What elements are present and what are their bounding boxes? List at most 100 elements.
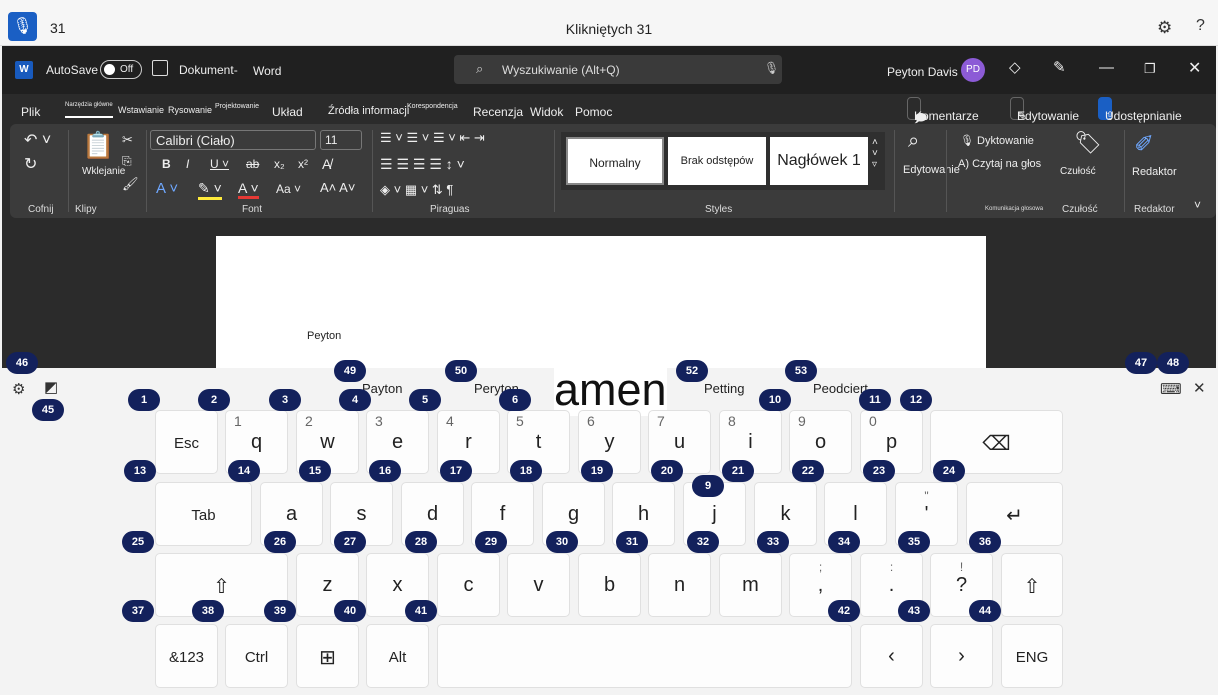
pen-icon[interactable]: ✎ bbox=[1053, 58, 1066, 76]
font-size-select[interactable]: 11 bbox=[320, 130, 362, 150]
number-badge[interactable]: 28 bbox=[405, 531, 437, 553]
number-badge[interactable]: 31 bbox=[616, 531, 648, 553]
number-badge[interactable]: 49 bbox=[334, 360, 366, 382]
gallery-scroll-icon[interactable]: ˄ ˅ ▿ bbox=[872, 137, 878, 170]
tab-file[interactable]: Plik bbox=[21, 105, 40, 119]
tab-draw[interactable]: Rysowanie bbox=[168, 105, 212, 115]
highlight-icon[interactable]: ✎ ˅ bbox=[198, 180, 222, 200]
number-badge[interactable]: 35 bbox=[898, 531, 930, 553]
number-badge[interactable]: 53 bbox=[785, 360, 817, 382]
tab-references[interactable]: Źródła informacji bbox=[328, 105, 409, 117]
chevron-down-icon[interactable]: ˅ bbox=[1194, 198, 1201, 212]
document-page[interactable]: Peyton bbox=[216, 236, 986, 368]
key-b[interactable]: b bbox=[578, 553, 641, 617]
number-badge[interactable]: 48 bbox=[1157, 352, 1189, 374]
number-badge[interactable]: 46 bbox=[6, 352, 38, 374]
number-badge[interactable]: 36 bbox=[969, 531, 1001, 553]
key-arrow-right[interactable]: › bbox=[930, 624, 993, 688]
align-icons[interactable]: ☰ ☰ ☰ ☰ ↕ ˅ bbox=[380, 156, 465, 173]
gear-icon[interactable]: ⚙ bbox=[1157, 18, 1172, 38]
number-badge[interactable]: 3 bbox=[269, 389, 301, 411]
bold-icon[interactable]: B bbox=[162, 157, 171, 171]
share-button[interactable]: ⇪ Udostępnianie bbox=[1098, 97, 1182, 123]
autosave-toggle[interactable]: Off bbox=[100, 60, 142, 79]
number-badge[interactable]: 20 bbox=[651, 460, 683, 482]
restore-icon[interactable]: ❐ bbox=[1144, 61, 1156, 77]
number-badge[interactable]: 2 bbox=[198, 389, 230, 411]
bullets-icon[interactable]: ☰ ˅ ☰ ˅ ☰ ˅ ⇤ ⇥ bbox=[380, 130, 485, 146]
paste-label[interactable]: Wklejanie bbox=[82, 166, 125, 177]
search-box[interactable]: ⌕ Wyszukiwanie (Alt+Q) 🎙 bbox=[454, 55, 782, 84]
copy-icon[interactable]: ⎘ bbox=[122, 154, 132, 169]
number-badge[interactable]: 30 bbox=[546, 531, 578, 553]
minimize-icon[interactable]: — bbox=[1099, 59, 1114, 76]
tab-home[interactable]: Narzędzia główne bbox=[65, 102, 113, 118]
key-esc[interactable]: Esc bbox=[155, 410, 218, 474]
tab-review[interactable]: Recenzja bbox=[473, 105, 523, 119]
subscript-icon[interactable]: x₂ bbox=[274, 157, 285, 171]
key-language[interactable]: ENG bbox=[1001, 624, 1063, 688]
save-icon[interactable] bbox=[152, 60, 168, 76]
close-icon[interactable]: ✕ bbox=[1188, 58, 1201, 78]
format-painter-icon[interactable]: 🖌 bbox=[122, 176, 139, 192]
key-arrow-left[interactable]: ‹ bbox=[860, 624, 923, 688]
sensitivity-label[interactable]: Czułość bbox=[1060, 166, 1096, 177]
number-badge[interactable]: 38 bbox=[192, 600, 224, 622]
number-badge[interactable]: 29 bbox=[475, 531, 507, 553]
key-alt[interactable]: Alt bbox=[366, 624, 429, 688]
number-badge[interactable]: 25 bbox=[122, 531, 154, 553]
grow-font-icon[interactable]: A˄ A˅ bbox=[320, 180, 355, 195]
font-name-select[interactable]: Calibri (Ciało) bbox=[150, 130, 316, 150]
paste-icon[interactable]: 📋 bbox=[82, 130, 114, 161]
change-case-icon[interactable]: Aa ˅ bbox=[276, 182, 301, 196]
key-ctrl[interactable]: Ctrl bbox=[225, 624, 288, 688]
keyboard-layout-icon[interactable]: ⌨ bbox=[1160, 380, 1182, 398]
number-badge[interactable]: 32 bbox=[687, 531, 719, 553]
number-badge[interactable]: 10 bbox=[759, 389, 791, 411]
gear-icon[interactable]: ⚙ bbox=[12, 380, 25, 398]
number-badge[interactable]: 43 bbox=[898, 600, 930, 622]
number-badge[interactable]: 37 bbox=[122, 600, 154, 622]
number-badge[interactable]: 18 bbox=[510, 460, 542, 482]
search-input[interactable]: Wyszukiwanie (Alt+Q) bbox=[502, 63, 620, 77]
key-symbols[interactable]: &123 bbox=[155, 624, 218, 688]
editor-label[interactable]: Redaktor bbox=[1132, 166, 1177, 178]
read-aloud-button[interactable]: A) Czytaj na głos bbox=[958, 158, 1041, 170]
suggestion-3[interactable]: Petting bbox=[704, 381, 744, 396]
italic-icon[interactable]: I bbox=[186, 157, 189, 171]
number-badge[interactable]: 21 bbox=[722, 460, 754, 482]
tab-design[interactable]: Projektowanie bbox=[215, 103, 259, 110]
undo-icon[interactable]: ↶ ˅ bbox=[24, 130, 51, 150]
number-badge[interactable]: 13 bbox=[124, 460, 156, 482]
tab-layout[interactable]: Układ bbox=[272, 105, 303, 119]
key-tab[interactable]: Tab bbox=[155, 482, 252, 546]
number-badge[interactable]: 27 bbox=[334, 531, 366, 553]
dictate-button[interactable]: 🎙 Dyktowanie bbox=[960, 134, 1034, 147]
number-badge[interactable]: 41 bbox=[405, 600, 437, 622]
cut-icon[interactable]: ✂ bbox=[122, 132, 133, 148]
help-button[interactable]: ? bbox=[1196, 17, 1205, 35]
key-v[interactable]: v bbox=[507, 553, 570, 617]
underline-icon[interactable]: U ˅ bbox=[210, 157, 229, 171]
number-badge[interactable]: 42 bbox=[828, 600, 860, 622]
number-badge[interactable]: 22 bbox=[792, 460, 824, 482]
comments-button[interactable]: 🗩 Komentarze bbox=[907, 97, 979, 125]
key-shift-right[interactable]: ⇧ bbox=[1001, 553, 1063, 617]
number-badge[interactable]: 9 bbox=[692, 475, 724, 497]
number-badge[interactable]: 12 bbox=[900, 389, 932, 411]
strikethrough-icon[interactable]: ab bbox=[246, 157, 259, 171]
number-badge[interactable]: 24 bbox=[933, 460, 965, 482]
tab-help[interactable]: Pomoc bbox=[575, 105, 612, 119]
number-badge[interactable]: 4 bbox=[339, 389, 371, 411]
user-name[interactable]: Peyton Davis bbox=[887, 65, 958, 79]
close-icon[interactable]: ✕ bbox=[1193, 379, 1206, 397]
number-badge[interactable]: 23 bbox=[863, 460, 895, 482]
number-badge[interactable]: 52 bbox=[676, 360, 708, 382]
redo-icon[interactable]: ↻ bbox=[24, 154, 37, 174]
sensitivity-icon[interactable]: 🏷 bbox=[1074, 130, 1102, 156]
shading-icon[interactable]: ◈ ˅ ▦ ˅ ⇅ ¶ bbox=[380, 182, 453, 198]
style-heading-1[interactable]: Nagłówek 1 bbox=[770, 137, 868, 185]
number-badge[interactable]: 34 bbox=[828, 531, 860, 553]
number-badge[interactable]: 40 bbox=[334, 600, 366, 622]
style-no-spacing[interactable]: Brak odstępów bbox=[668, 137, 766, 185]
